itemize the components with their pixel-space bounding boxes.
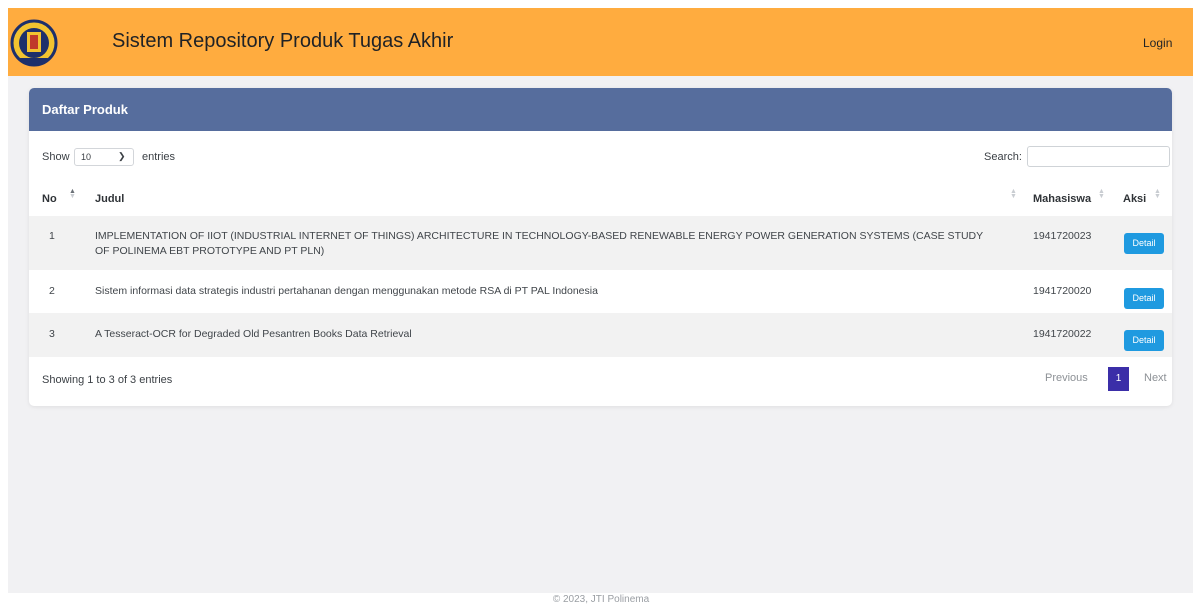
- next-page-button[interactable]: Next: [1144, 372, 1167, 384]
- row-student-id: 1941720020: [1033, 285, 1092, 297]
- previous-page-button[interactable]: Previous: [1045, 372, 1088, 384]
- page-1-button[interactable]: 1: [1108, 367, 1129, 391]
- polinema-logo: [10, 19, 58, 67]
- card-title: Daftar Produk: [42, 102, 128, 117]
- page-background: Sistem Repository Produk Tugas Akhir Log…: [8, 8, 1193, 593]
- table-row: 3 A Tesseract-OCR for Degraded Old Pesan…: [29, 313, 1172, 357]
- row-title-line: A Tesseract-OCR for Degraded Old Pesantr…: [95, 328, 412, 340]
- detail-button[interactable]: Detail: [1124, 288, 1164, 309]
- footer-copyright: © 2023, JTI Polinema: [552, 594, 650, 605]
- sort-asc-icon: ▲ ▼: [69, 188, 76, 200]
- column-header-judul[interactable]: Judul: [95, 193, 124, 205]
- row-title-line: Sistem informasi data strategis industri…: [95, 285, 598, 297]
- column-header-aksi[interactable]: Aksi: [1123, 193, 1146, 205]
- sort-icon: ▲ ▼: [1098, 188, 1105, 200]
- column-header-no[interactable]: No: [42, 193, 57, 205]
- sort-icon: ▲ ▼: [1154, 188, 1161, 200]
- row-student-id: 1941720023: [1033, 230, 1092, 242]
- row-student-id: 1941720022: [1033, 328, 1092, 340]
- app-title: Sistem Repository Produk Tugas Akhir: [112, 30, 454, 52]
- row-number: 2: [49, 285, 55, 297]
- page-length-select[interactable]: 10 ❯: [74, 148, 134, 166]
- table-row: 1 IMPLEMENTATION OF IIOT (INDUSTRIAL INT…: [29, 216, 1172, 270]
- column-header-mahasiswa[interactable]: Mahasiswa: [1033, 193, 1091, 205]
- product-list-card: Daftar Produk Show 10 ❯ entries Search: …: [29, 88, 1172, 406]
- table-info: Showing 1 to 3 of 3 entries: [42, 374, 173, 386]
- chevron-down-icon: ❯: [118, 151, 126, 161]
- row-title-line: IMPLEMENTATION OF IIOT (INDUSTRIAL INTER…: [95, 230, 984, 242]
- entries-label: entries: [142, 151, 176, 163]
- search-input[interactable]: [1027, 146, 1170, 167]
- table-row: 2 Sistem informasi data strategis indust…: [29, 270, 1172, 313]
- page-length-value: 10: [81, 152, 92, 162]
- card-header: Daftar Produk: [29, 88, 1172, 131]
- search-label: Search:: [984, 151, 1022, 163]
- row-number: 3: [49, 328, 55, 340]
- detail-button[interactable]: Detail: [1124, 330, 1164, 351]
- sort-icon: ▲ ▼: [1010, 188, 1017, 200]
- row-title-line: OF POLINEMA EBT PROTOTYPE AND PT PLN): [95, 245, 325, 257]
- row-number: 1: [49, 230, 55, 242]
- navbar: Sistem Repository Produk Tugas Akhir Log…: [8, 8, 1193, 76]
- show-label: Show: [42, 151, 70, 163]
- detail-button[interactable]: Detail: [1124, 233, 1164, 254]
- login-link[interactable]: Login: [1143, 36, 1172, 50]
